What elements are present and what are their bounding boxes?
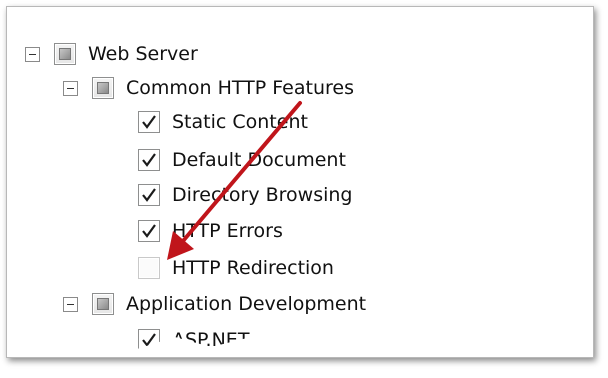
checkbox-http-redirection[interactable] xyxy=(138,257,160,279)
torn-edge-right xyxy=(574,7,593,357)
checkbox-static-content[interactable] xyxy=(138,111,160,133)
checkbox-application-development[interactable] xyxy=(92,293,114,315)
tree-node-common-http-features[interactable]: Common HTTP Features xyxy=(63,71,354,105)
checkbox-directory-browsing[interactable] xyxy=(138,184,160,206)
checkmark-icon xyxy=(142,115,156,129)
tree-node-label: Web Server xyxy=(88,43,198,65)
checkmark-icon xyxy=(142,224,156,238)
tree-node-label: HTTP Errors xyxy=(172,220,283,242)
features-panel: Web Server Common HTTP Features Static C… xyxy=(6,6,594,358)
checkmark-icon xyxy=(142,153,156,167)
tree-node-label: Static Content xyxy=(172,111,308,133)
features-tree: Web Server Common HTTP Features Static C… xyxy=(7,7,593,357)
tree-node-label: Common HTTP Features xyxy=(126,77,354,99)
checkbox-common-http-features[interactable] xyxy=(92,77,114,99)
tree-node-static-content[interactable]: Static Content xyxy=(138,105,308,139)
tree-node-http-redirection[interactable]: HTTP Redirection xyxy=(138,251,334,285)
checkmark-icon xyxy=(142,188,156,202)
collapse-icon[interactable] xyxy=(63,80,78,96)
tree-node-label: Application Development xyxy=(126,293,367,315)
torn-edge-bottom xyxy=(7,337,593,357)
tree-node-label: HTTP Redirection xyxy=(172,257,334,279)
tree-node-directory-browsing[interactable]: Directory Browsing xyxy=(138,178,352,212)
tree-node-application-development[interactable]: Application Development xyxy=(63,287,366,321)
tree-node-label: Default Document xyxy=(172,149,346,171)
collapse-icon[interactable] xyxy=(63,296,78,312)
checkbox-http-errors[interactable] xyxy=(138,220,160,242)
tree-node-web-server[interactable]: Web Server xyxy=(25,37,198,71)
tree-node-http-errors[interactable]: HTTP Errors xyxy=(138,214,283,248)
checkbox-default-document[interactable] xyxy=(138,149,160,171)
collapse-icon[interactable] xyxy=(25,46,40,62)
checkbox-web-server[interactable] xyxy=(54,43,76,65)
tree-node-default-document[interactable]: Default Document xyxy=(138,143,346,177)
tree-node-label: Directory Browsing xyxy=(172,184,353,206)
